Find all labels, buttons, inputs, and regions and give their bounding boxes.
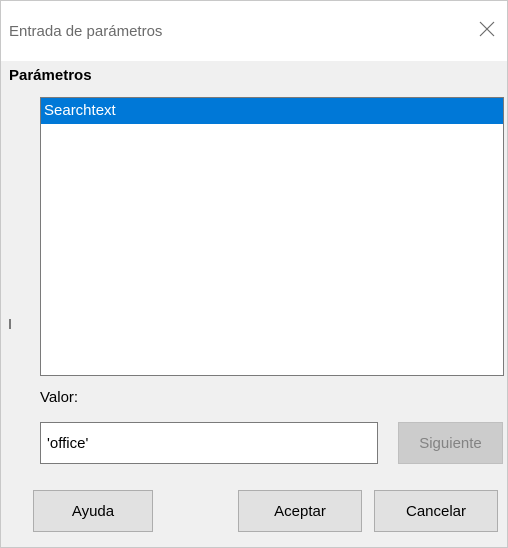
- parameters-label: Parámetros: [9, 67, 92, 84]
- help-button[interactable]: Ayuda: [33, 490, 153, 532]
- divider: [9, 319, 11, 329]
- value-input[interactable]: [40, 422, 378, 464]
- next-button[interactable]: Siguiente: [398, 422, 503, 464]
- parameters-listbox[interactable]: Searchtext: [40, 97, 504, 376]
- value-label: Valor:: [40, 389, 79, 406]
- close-button[interactable]: [467, 9, 507, 49]
- title-bar: Entrada de parámetros: [1, 1, 507, 61]
- cancel-button[interactable]: Cancelar: [374, 490, 498, 532]
- ok-button[interactable]: Aceptar: [238, 490, 362, 532]
- list-item[interactable]: Searchtext: [41, 98, 503, 124]
- parameter-input-dialog: Entrada de parámetros Parámetros Searcht…: [0, 0, 508, 548]
- window-title: Entrada de parámetros: [9, 23, 163, 40]
- close-icon: [479, 21, 495, 37]
